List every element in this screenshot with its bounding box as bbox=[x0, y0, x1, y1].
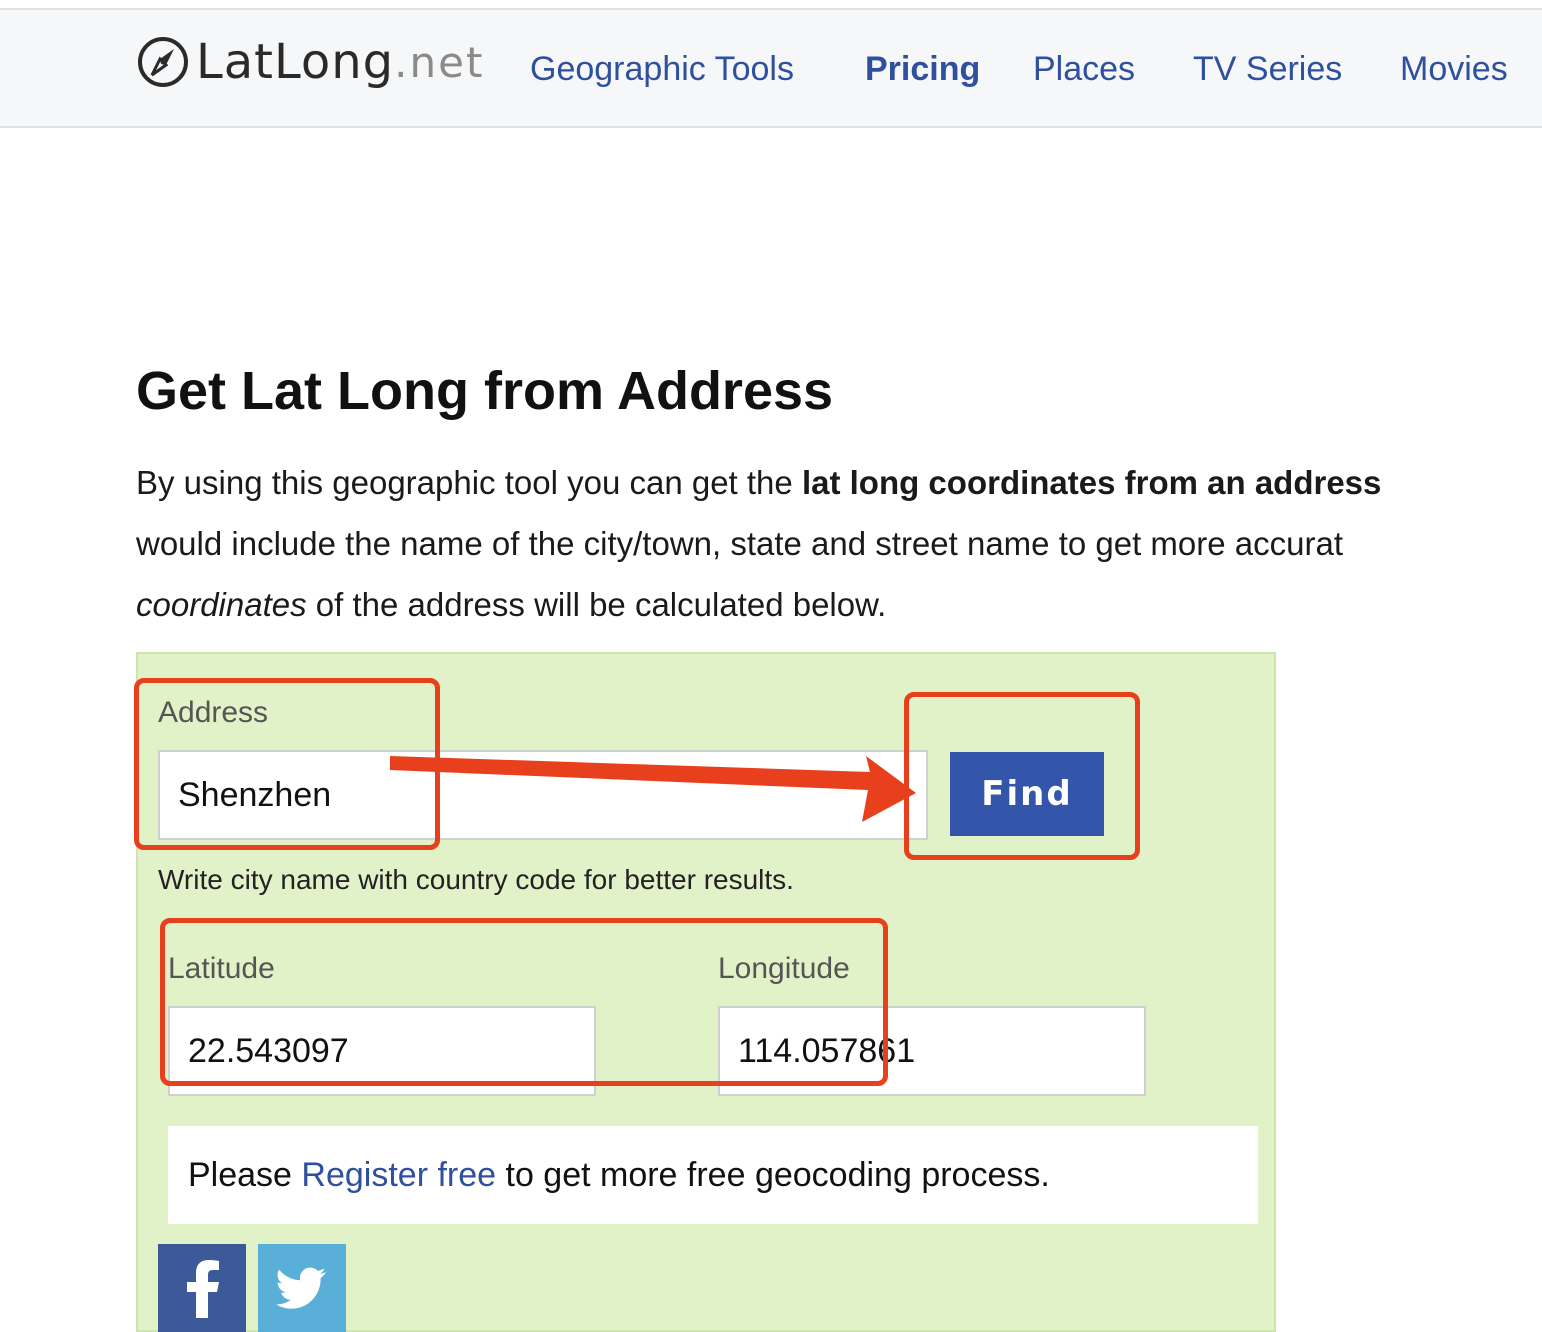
address-hint: Write city name with country code for be… bbox=[158, 864, 794, 895]
intro-line-3: coordinates of the address will be calcu… bbox=[136, 574, 1542, 635]
longitude-label: Longitude bbox=[718, 952, 850, 985]
geocode-tool-panel: Address Find Write city name with countr… bbox=[136, 652, 1276, 1332]
intro-text-end: of the address will be calculated below. bbox=[306, 586, 887, 623]
intro-line-2: would include the name of the city/town,… bbox=[136, 525, 1343, 562]
register-suffix: to get more free geocoding process. bbox=[496, 1156, 1050, 1194]
twitter-share-button[interactable] bbox=[258, 1244, 346, 1332]
intro-italic-text: coordinates bbox=[136, 586, 307, 623]
register-free-link[interactable]: Register free bbox=[301, 1156, 496, 1194]
latitude-input[interactable] bbox=[168, 1006, 596, 1096]
logo-name: LatLong bbox=[196, 34, 395, 90]
navbar: LatLong .net Geographic Tools Pricing Pla… bbox=[0, 10, 1542, 128]
top-border bbox=[0, 0, 1542, 10]
nav-pricing[interactable]: Pricing bbox=[865, 50, 980, 89]
site-logo[interactable]: LatLong .net bbox=[136, 32, 484, 92]
nav-tv-series[interactable]: TV Series bbox=[1193, 50, 1342, 89]
intro-paragraph: By using this geographic tool you can ge… bbox=[136, 452, 1542, 635]
register-prefix: Please bbox=[188, 1156, 302, 1194]
nav-geographic-tools[interactable]: Geographic Tools bbox=[530, 50, 794, 89]
compass-icon bbox=[138, 37, 188, 87]
intro-bold-text: lat long coordinates from an address bbox=[801, 464, 1382, 501]
page-title: Get Lat Long from Address bbox=[136, 361, 834, 421]
intro-line-1: By using this geographic tool you can ge… bbox=[136, 452, 1542, 513]
nav-movies[interactable]: Movies bbox=[1400, 50, 1508, 89]
logo-tld: .net bbox=[394, 37, 485, 87]
facebook-icon bbox=[187, 1260, 219, 1318]
intro-text: By using this geographic tool you can ge… bbox=[136, 464, 802, 501]
twitter-icon bbox=[277, 1267, 326, 1309]
facebook-share-button[interactable] bbox=[158, 1244, 246, 1332]
latitude-label: Latitude bbox=[168, 952, 275, 985]
register-notice: Please Register free to get more free ge… bbox=[168, 1126, 1258, 1224]
address-input[interactable] bbox=[158, 750, 928, 840]
longitude-input[interactable] bbox=[718, 1006, 1146, 1096]
nav-places[interactable]: Places bbox=[1033, 50, 1135, 89]
find-button[interactable]: Find bbox=[950, 752, 1104, 836]
address-label: Address bbox=[158, 696, 269, 729]
